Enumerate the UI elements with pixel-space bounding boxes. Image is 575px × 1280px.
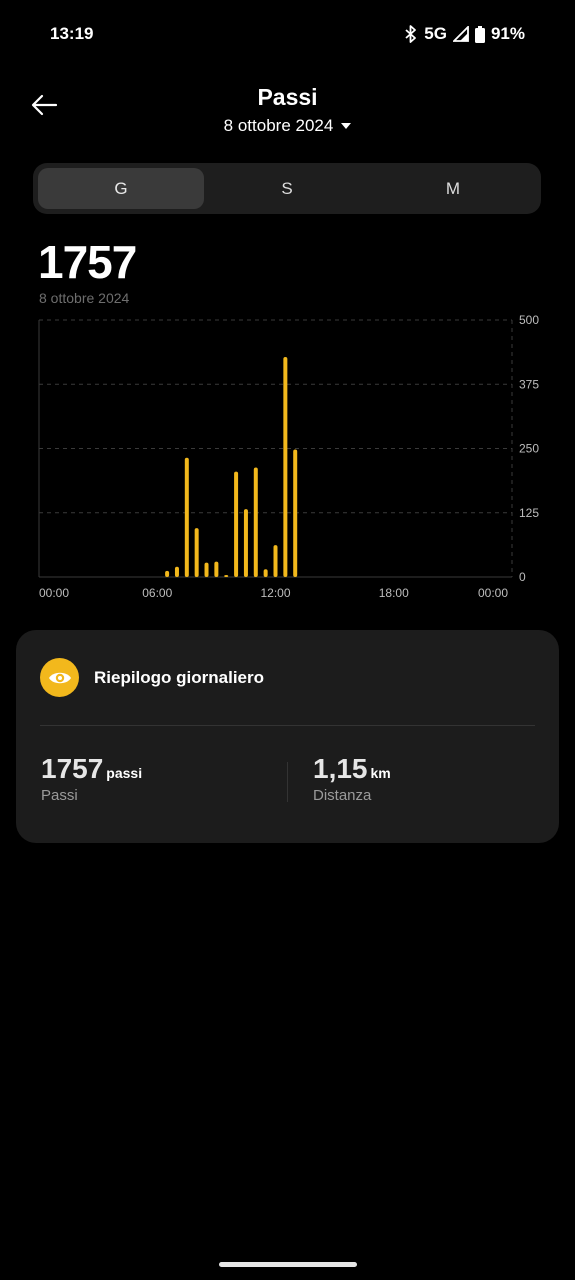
page-title: Passi <box>257 84 318 110</box>
status-time: 13:19 <box>50 24 94 43</box>
stat-distance-value: 1,15 <box>313 753 368 784</box>
stat-distance: 1,15 km Distanza <box>313 753 391 804</box>
home-indicator[interactable] <box>219 1262 357 1267</box>
status-indicators: 5G 91% <box>404 24 525 44</box>
x-tick-label: 12:00 <box>260 586 290 600</box>
x-tick-label: 06:00 <box>142 586 172 600</box>
stat-separator <box>287 762 288 802</box>
y-tick-label: 0 <box>519 570 526 584</box>
tab-day[interactable]: G <box>38 168 204 209</box>
network-label: 5G <box>424 24 447 43</box>
y-tick-label: 375 <box>519 377 539 391</box>
chart-bar <box>174 566 179 577</box>
x-tick-label: 00:00 <box>39 586 69 600</box>
steps-total: 1757 <box>38 236 137 288</box>
bluetooth-icon <box>404 25 418 43</box>
daily-summary-card[interactable]: Riepilogo giornaliero 1757 passi Passi 1,… <box>16 630 559 843</box>
stat-steps-value: 1757 <box>41 753 104 784</box>
chart-bar <box>194 528 199 577</box>
tab-month[interactable]: M <box>370 168 536 209</box>
battery-percentage: 91% <box>490 24 525 43</box>
chart-bar <box>204 562 209 577</box>
dropdown-caret-icon <box>341 123 352 129</box>
chart-bar <box>165 570 170 577</box>
battery-icon <box>474 25 485 43</box>
steps-chart-svg: 500 375 250 125 0 00:00 06:00 12:00 18:00 00:00 <box>38 313 539 600</box>
status-bar: 13:19 5G 91% <box>0 0 575 68</box>
chart-bar <box>224 574 229 577</box>
eye-icon <box>40 658 79 697</box>
card-title: Riepilogo giornaliero <box>94 668 265 687</box>
chart-bar <box>293 449 298 577</box>
y-tick-label: 125 <box>519 506 539 520</box>
chart-bar <box>253 467 258 577</box>
stat-steps-label: Passi <box>41 787 78 804</box>
tab-week[interactable]: S <box>204 168 370 209</box>
date-selector[interactable]: 8 ottobre 2024 <box>0 116 575 136</box>
stat-steps-unit: passi <box>106 765 143 781</box>
chart-bar <box>273 545 278 577</box>
y-tick-label: 250 <box>519 442 539 456</box>
signal-icon <box>452 26 469 42</box>
chart-bar <box>263 569 268 577</box>
chart-bar <box>234 471 239 577</box>
stat-distance-label: Distanza <box>313 787 372 804</box>
x-tick-label: 00:00 <box>478 586 508 600</box>
selected-date: 8 ottobre 2024 <box>223 116 334 135</box>
period-tabs: G S M <box>33 163 541 214</box>
chart-bar <box>283 357 288 577</box>
stat-steps: 1757 passi Passi <box>41 753 142 804</box>
x-tick-label: 18:00 <box>379 586 409 600</box>
header: Passi 8 ottobre 2024 <box>0 80 575 150</box>
stat-distance-unit: km <box>370 765 391 781</box>
steps-chart[interactable]: 500 375 250 125 0 00:00 06:00 12:00 18:00 00:00 <box>0 310 575 610</box>
chart-bar <box>214 561 219 577</box>
chart-bar <box>184 457 189 577</box>
y-tick-label: 500 <box>519 313 539 327</box>
chart-bar <box>243 509 248 577</box>
summary-date: 8 ottobre 2024 <box>39 290 130 306</box>
divider <box>40 725 535 726</box>
